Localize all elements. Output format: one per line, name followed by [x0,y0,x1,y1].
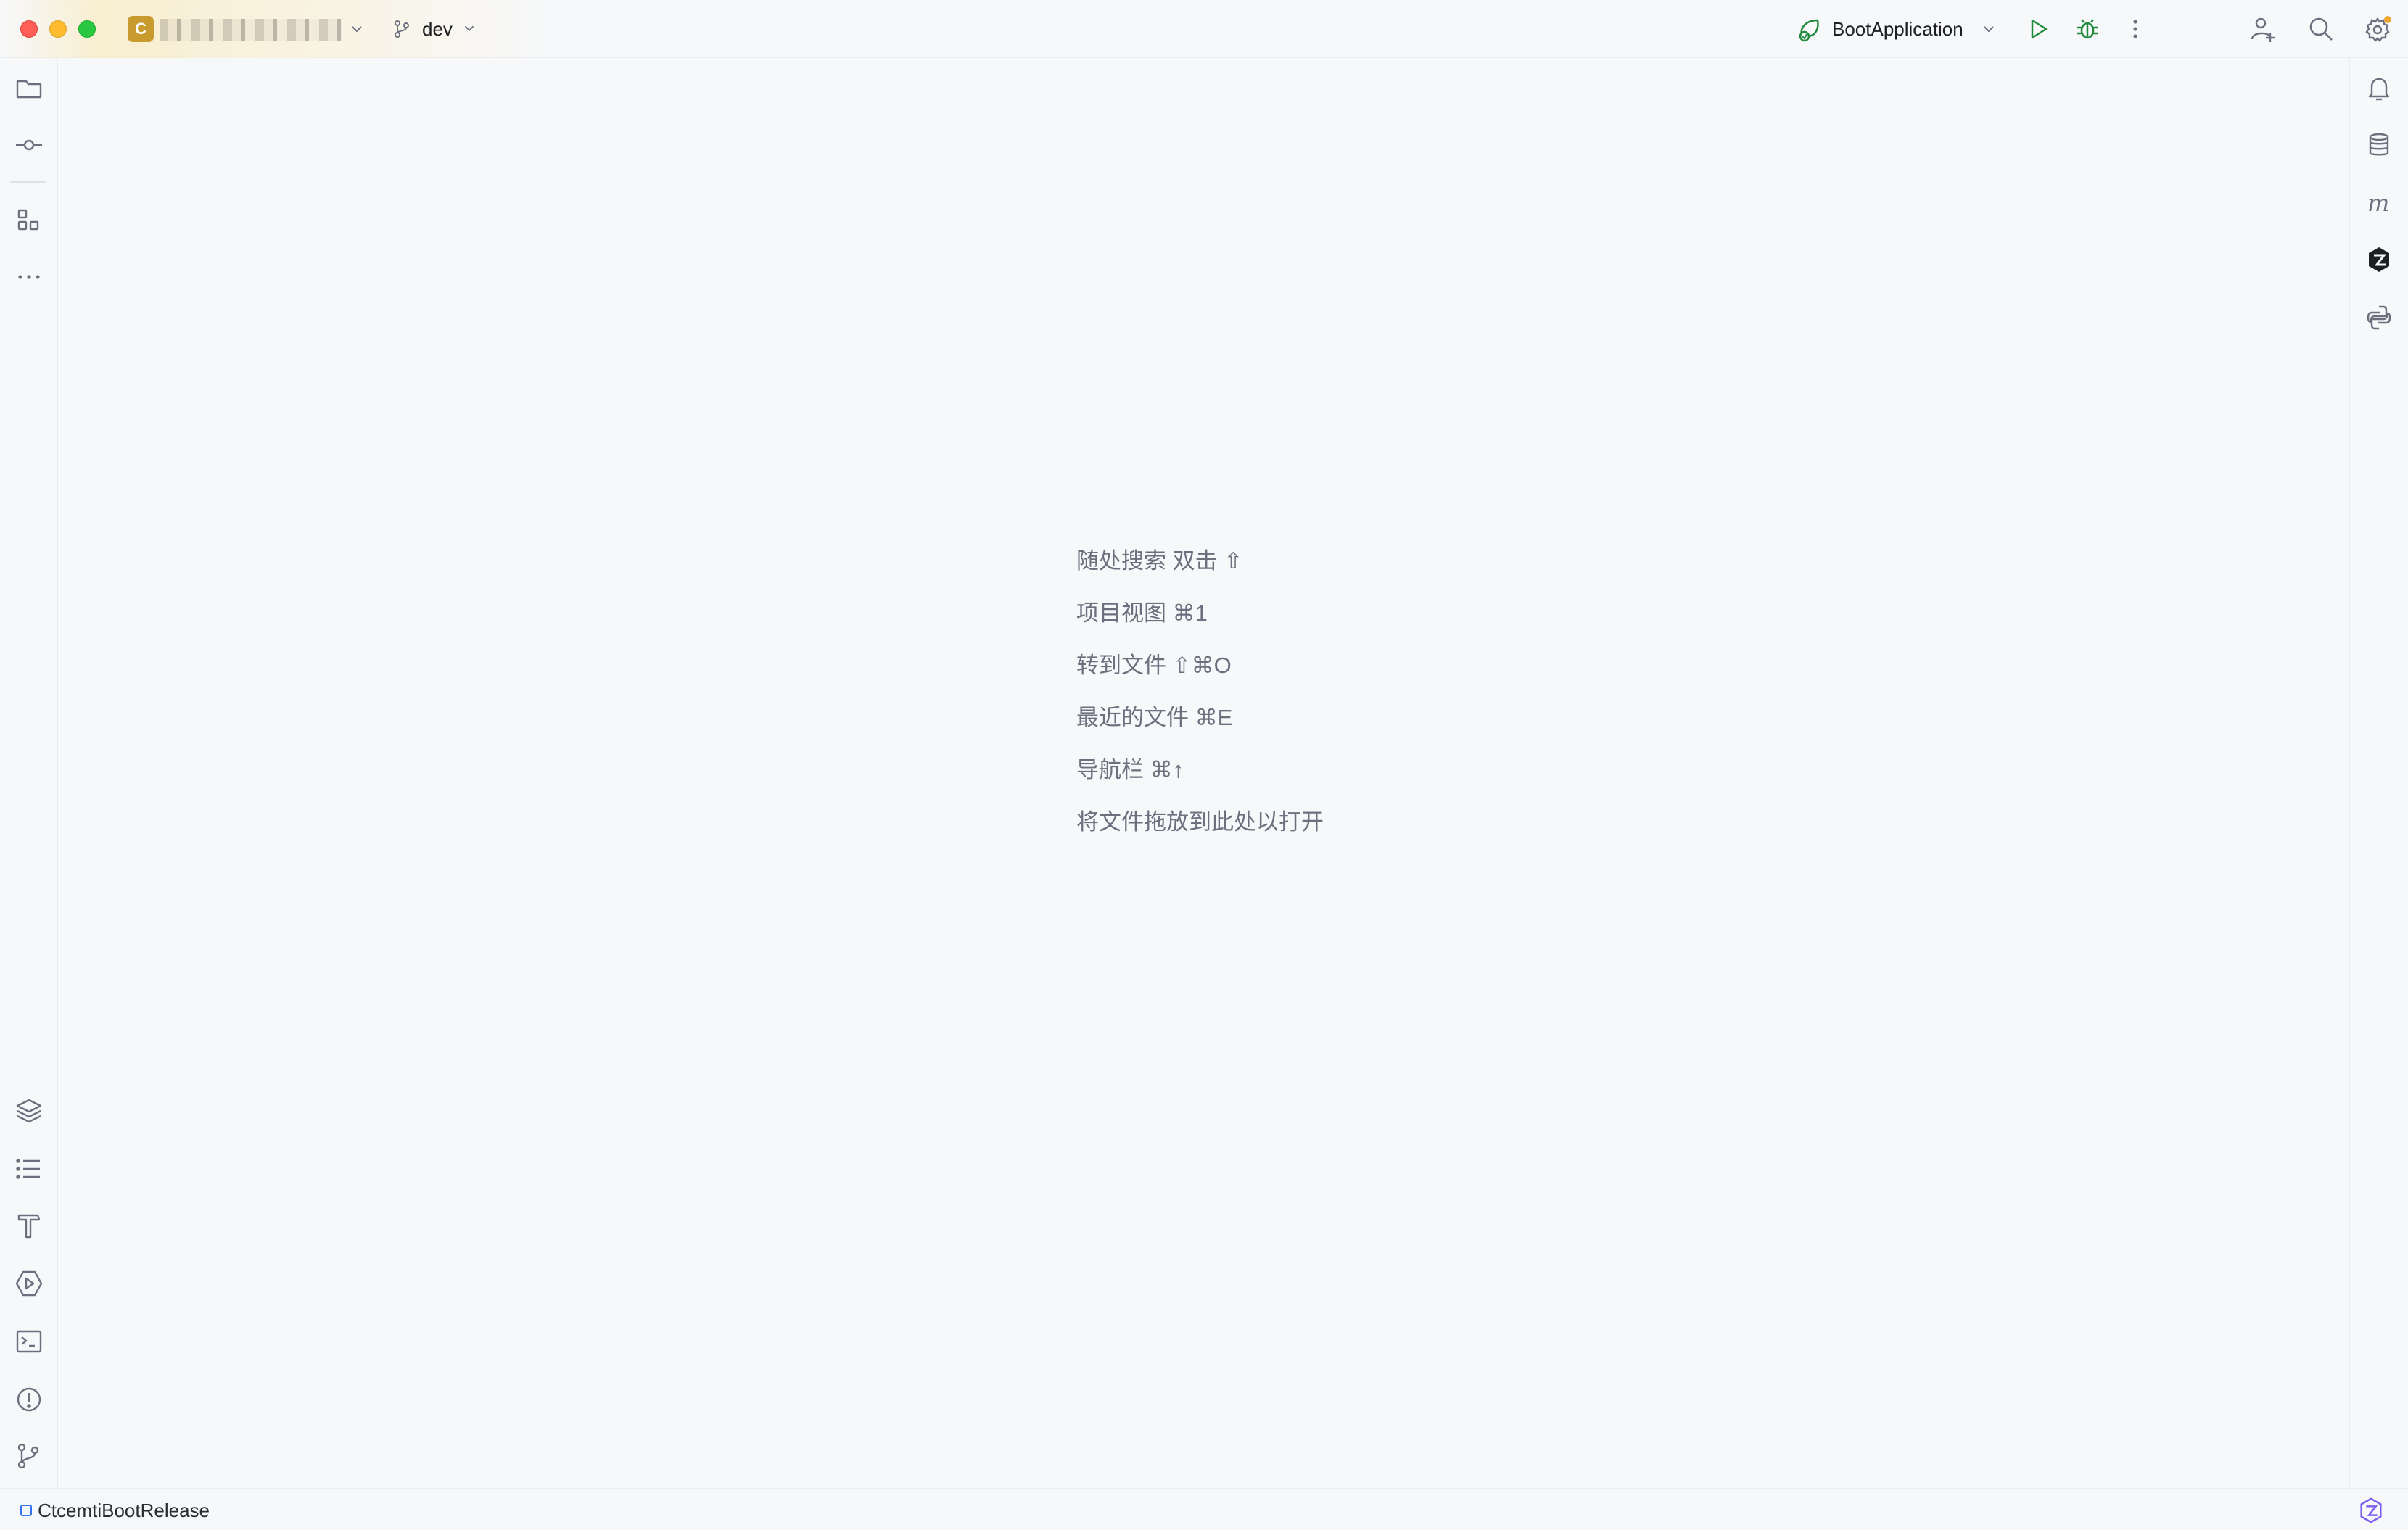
commit-icon[interactable] [15,131,44,160]
hint-recent-files[interactable]: 最近的文件 ⌘E [1076,703,1232,732]
services-layers-icon[interactable] [15,1096,44,1125]
database-icon[interactable] [2364,131,2393,160]
build-hammer-icon[interactable] [15,1211,44,1240]
title-bar: C dev BootApplication [0,0,2408,58]
ai-status-icon[interactable] [2357,1497,2385,1524]
python-console-icon[interactable] [2364,303,2393,332]
settings-gear-icon[interactable] [2363,15,2392,44]
todo-list-icon[interactable] [15,1154,44,1183]
terminal-icon[interactable] [15,1327,44,1356]
hint-search-everywhere[interactable]: 随处搜索 双击 ⇧ [1076,547,1242,576]
hint-navigation-bar[interactable]: 导航栏 ⌘↑ [1076,756,1184,785]
hint-drop-files: 将文件拖放到此处以打开 [1076,809,1324,835]
run-icon[interactable] [2024,15,2053,44]
run-config-selector[interactable]: BootApplication [1832,17,1963,41]
chevron-down-icon[interactable] [461,20,477,36]
right-tool-window-bar: m [2349,58,2408,1488]
notifications-bell-icon[interactable] [2364,74,2393,103]
ai-assistant-icon[interactable] [2364,245,2393,274]
ide-window: C dev BootApplication m 随处搜索 双击 ⇧ 项目视图 ⌘… [0,0,2408,1530]
left-tool-window-bar [0,58,58,1488]
hint-go-to-file[interactable]: 转到文件 ⇧⌘O [1076,651,1232,680]
git-branch-icon[interactable] [392,19,412,39]
chevron-down-icon[interactable] [1980,20,1997,38]
project-name-redacted[interactable] [160,19,342,41]
maven-icon[interactable]: m [2364,189,2393,218]
status-project-label[interactable]: CtcemtiBootRelease [38,1498,210,1523]
run-services-icon[interactable] [15,1269,44,1298]
debug-icon[interactable] [2073,15,2102,44]
svg-text:m: m [2367,189,2389,217]
chevron-down-icon[interactable] [348,20,366,38]
window-minimize-button[interactable] [49,20,67,38]
project-folder-icon[interactable] [15,74,44,103]
problems-warning-icon[interactable] [15,1385,44,1414]
add-user-icon[interactable] [2248,15,2277,44]
hint-project-view[interactable]: 项目视图 ⌘1 [1076,599,1208,628]
more-tools-icon[interactable] [15,262,44,291]
branch-selector[interactable]: dev [422,17,453,41]
toolbar-divider [10,181,46,183]
window-close-button[interactable] [20,20,38,38]
window-maximize-button[interactable] [78,20,96,38]
spring-boot-icon[interactable] [1796,15,1825,44]
project-badge[interactable]: C [128,16,154,42]
search-icon[interactable] [2306,15,2335,44]
project-module-icon [20,1505,32,1516]
structure-icon[interactable] [15,206,44,235]
more-actions-icon[interactable] [2121,15,2150,44]
git-icon[interactable] [15,1442,44,1471]
status-bar: CtcemtiBootRelease [0,1488,2408,1530]
